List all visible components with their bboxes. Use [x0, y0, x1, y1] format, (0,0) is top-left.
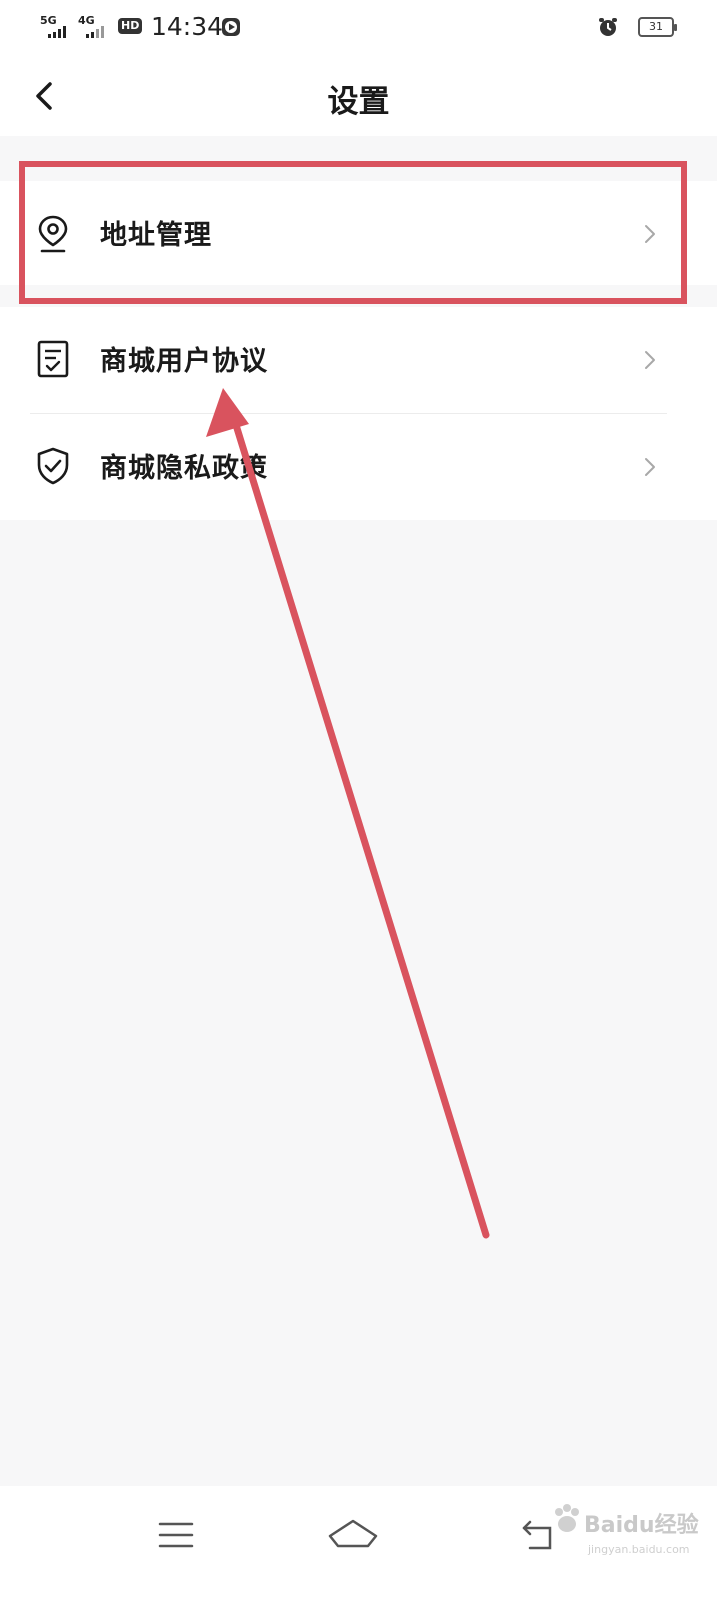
settings-item-label: 商城用户协议 [100, 346, 268, 377]
chevron-right-icon [645, 225, 655, 243]
settings-item-user-agreement[interactable]: 商城用户协议 [0, 307, 717, 414]
back-nav-button[interactable] [510, 1506, 570, 1566]
hd-badge: HD [118, 18, 143, 34]
top-nav-header: 设置 [0, 56, 717, 136]
signal-bars-icon [48, 26, 66, 38]
settings-item-address[interactable]: 地址管理 [0, 181, 717, 285]
signal-bars-icon [86, 26, 104, 38]
location-pin-icon [38, 215, 68, 253]
battery-indicator: 31 [638, 17, 677, 37]
settings-item-privacy-policy[interactable]: 商城隐私政策 [0, 414, 717, 518]
settings-item-label: 商城隐私政策 [100, 453, 268, 484]
shield-check-icon [37, 447, 69, 485]
menu-icon [158, 1522, 194, 1548]
home-icon [328, 1519, 378, 1548]
menu-button[interactable] [145, 1506, 205, 1566]
back-icon [522, 1520, 552, 1550]
settings-item-label: 地址管理 [100, 220, 212, 251]
chevron-right-icon [645, 351, 655, 369]
page-title: 设置 [327, 84, 390, 120]
settings-group-address: 地址管理 [0, 181, 717, 285]
status-bar: 5G 4G HD 14:34 31 [0, 0, 717, 56]
media-play-icon [222, 18, 240, 36]
document-check-icon [37, 340, 69, 378]
alarm-clock-icon [599, 18, 617, 36]
status-time: 14:34 [151, 12, 224, 41]
chevron-right-icon [645, 458, 655, 476]
settings-group-policies: 商城用户协议 商城隐私政策 [0, 307, 717, 520]
system-nav-bar [0, 1486, 717, 1600]
home-button[interactable] [323, 1506, 383, 1566]
